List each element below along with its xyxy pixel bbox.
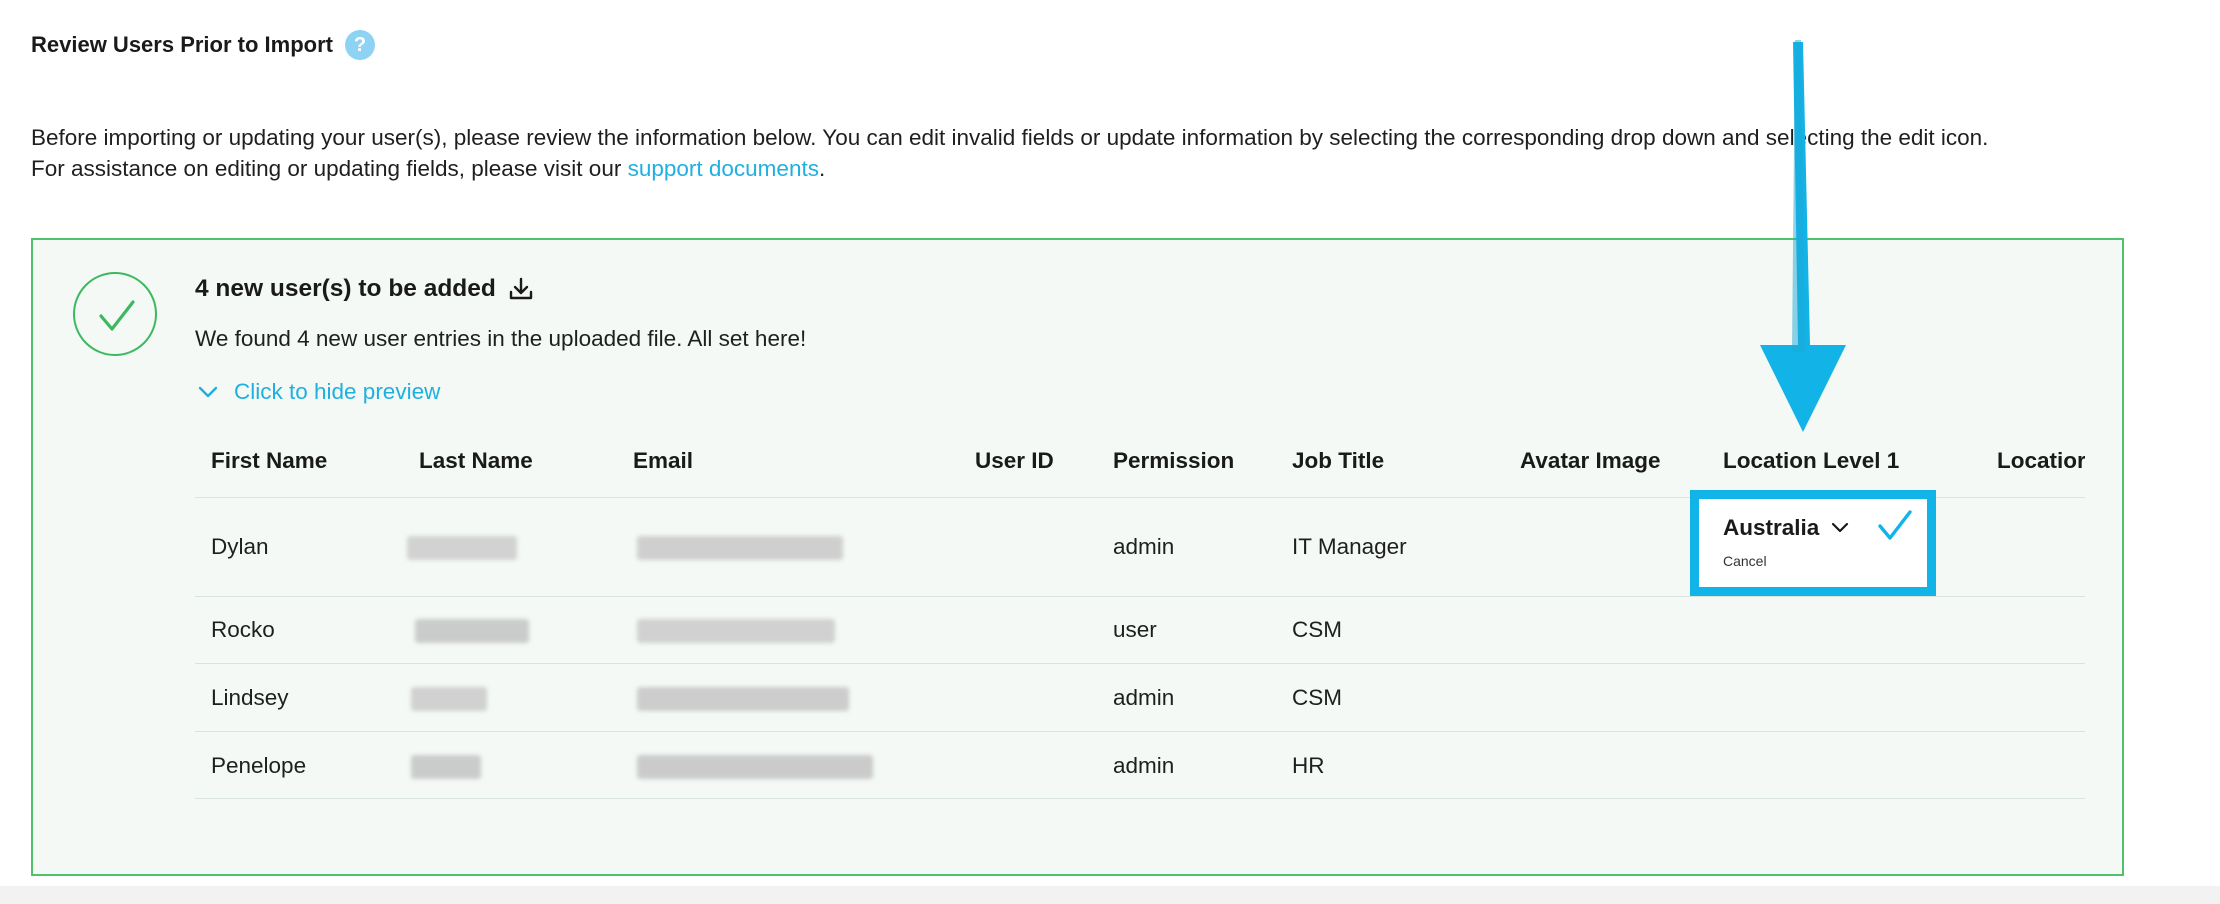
redacted-last-name xyxy=(411,755,481,779)
page-header: Review Users Prior to Import ? xyxy=(31,30,375,60)
column-header-location-level-2[interactable]: Locatior xyxy=(1997,448,2085,474)
intro-line-2: For assistance on editing or updating fi… xyxy=(31,153,2211,184)
cell-permission: admin xyxy=(1113,534,1175,559)
column-header-permission[interactable]: Permission xyxy=(1113,448,1234,474)
intro-line-1: Before importing or updating your user(s… xyxy=(31,122,2211,153)
cell-job-title: CSM xyxy=(1292,685,1342,710)
intro-line-1-end: down and selecting the edit icon. xyxy=(1661,125,1989,150)
hide-preview-toggle[interactable]: Click to hide preview xyxy=(198,379,440,405)
success-check-icon xyxy=(73,272,157,356)
cell-job-title: IT Manager xyxy=(1292,534,1407,559)
cell-permission: admin xyxy=(1113,685,1175,710)
column-header-avatar-image[interactable]: Avatar Image xyxy=(1520,448,1660,474)
summary-header: 4 new user(s) to be added xyxy=(195,275,534,303)
location-level-1-editor[interactable]: Australia Cancel xyxy=(1690,490,1936,596)
redacted-email xyxy=(637,619,835,643)
intro-line-2-prefix: For assistance on editing or updating fi… xyxy=(31,156,628,181)
cell-permission: admin xyxy=(1113,753,1175,778)
intro-line-2-suffix: . xyxy=(818,156,826,181)
column-header-last-name[interactable]: Last Name xyxy=(419,448,533,474)
chevron-down-icon[interactable] xyxy=(1831,522,1849,534)
redacted-email xyxy=(637,687,849,711)
summary-description: We found 4 new user entries in the uploa… xyxy=(195,326,807,351)
column-header-location-level-1[interactable]: Location Level 1 xyxy=(1723,448,1899,474)
summary-title: 4 new user(s) to be added xyxy=(195,275,496,302)
intro-line-1-start: Before importing or updating your user(s… xyxy=(31,125,1656,150)
location-select[interactable]: Australia xyxy=(1723,515,1849,541)
cell-first-name: Lindsey xyxy=(211,685,289,710)
redacted-last-name xyxy=(411,687,487,711)
location-select-value: Australia xyxy=(1723,515,1820,540)
redacted-last-name xyxy=(415,619,529,643)
hide-preview-label: Click to hide preview xyxy=(234,379,441,404)
cell-job-title: CSM xyxy=(1292,617,1342,642)
download-icon[interactable] xyxy=(508,276,534,302)
column-header-email[interactable]: Email xyxy=(633,448,693,474)
users-preview-table: First Name Last Name Email User ID Permi… xyxy=(195,420,2085,860)
redacted-last-name xyxy=(407,536,517,560)
table-row[interactable]: Rocko user CSM xyxy=(195,597,2085,664)
column-header-user-id[interactable]: User ID xyxy=(975,448,1054,474)
chevron-down-icon xyxy=(198,386,218,398)
column-header-job-title[interactable]: Job Title xyxy=(1292,448,1384,474)
review-page: Review Users Prior to Import ? Before im… xyxy=(0,0,2220,904)
confirm-check-icon[interactable] xyxy=(1877,509,1913,548)
cell-first-name: Penelope xyxy=(211,753,307,778)
cancel-link[interactable]: Cancel xyxy=(1723,553,1767,569)
table-header-row: First Name Last Name Email User ID Permi… xyxy=(195,420,2085,498)
cell-job-title: HR xyxy=(1292,753,1325,778)
help-icon[interactable]: ? xyxy=(344,30,375,60)
intro-text: Before importing or updating your user(s… xyxy=(31,122,2211,184)
page-title: Review Users Prior to Import xyxy=(31,32,333,57)
column-header-first-name[interactable]: First Name xyxy=(211,448,327,474)
table-row[interactable]: Penelope admin HR xyxy=(195,732,2085,799)
cell-permission: user xyxy=(1113,617,1157,642)
cell-first-name: Dylan xyxy=(211,534,269,559)
cell-first-name: Rocko xyxy=(211,617,275,642)
support-documents-link[interactable]: support documents xyxy=(628,156,819,181)
table-row[interactable]: Lindsey admin CSM xyxy=(195,664,2085,732)
redacted-email xyxy=(637,755,873,779)
page-bottom-edge xyxy=(0,886,2220,904)
redacted-email xyxy=(637,536,843,560)
